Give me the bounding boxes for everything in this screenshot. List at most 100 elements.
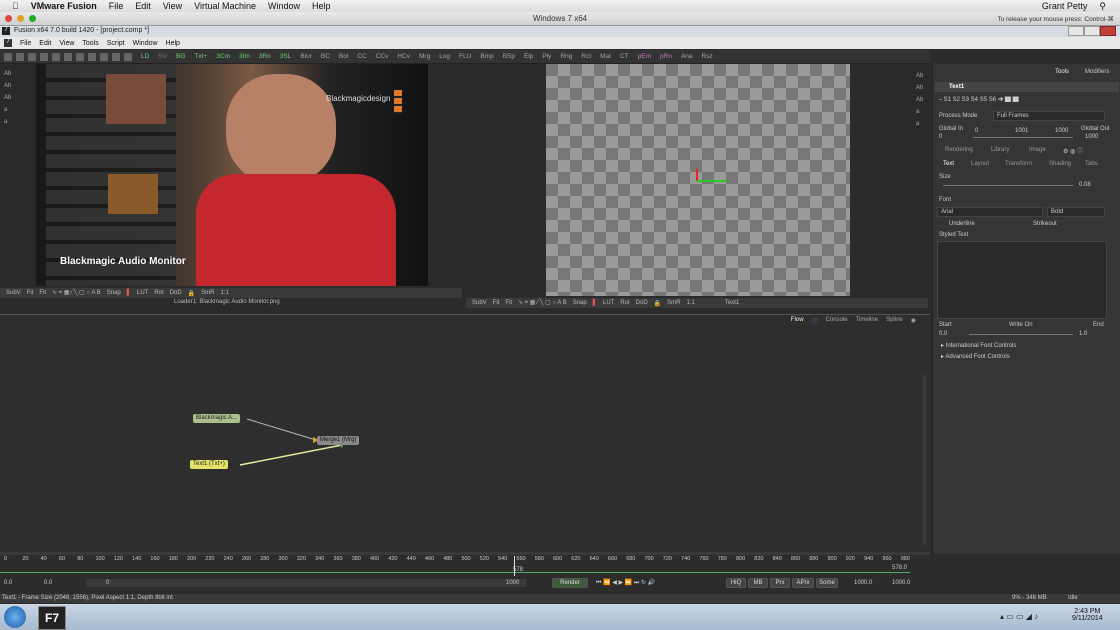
node-text[interactable]: Text1 (Txt+): [190, 460, 228, 469]
aprx-button[interactable]: APrx: [792, 578, 814, 588]
fmenu-edit[interactable]: Edit: [39, 40, 51, 47]
subtab-text[interactable]: Text: [943, 161, 954, 167]
tool-rct[interactable]: Rct: [581, 53, 591, 60]
snap-button-r[interactable]: Snap: [573, 300, 587, 306]
user-name[interactable]: Grant Petty: [1042, 1, 1088, 11]
right-viewer-side-icons[interactable]: Ab Ah Ab a a: [916, 70, 923, 130]
subtab-transform[interactable]: Transform: [1005, 161, 1032, 167]
write-on-slider[interactable]: [969, 334, 1073, 335]
lut-button[interactable]: LUT: [137, 290, 148, 296]
global-start[interactable]: 0.0: [44, 580, 52, 586]
process-mode-select[interactable]: Full Frames: [993, 111, 1105, 121]
layout2-icon[interactable]: [112, 52, 120, 61]
tool-ld[interactable]: LD: [141, 53, 149, 60]
end-time-field[interactable]: 1000.0: [854, 580, 872, 586]
tool-flu[interactable]: FLU: [459, 53, 471, 60]
tool-header[interactable]: Text1: [935, 82, 1119, 92]
flow-hscrollbar[interactable]: [0, 552, 930, 555]
transport-controls[interactable]: ⏮ ⏪ ◀ ▶ ⏩ ⏭ ↻ 🔊: [596, 579, 655, 587]
fmenu-help[interactable]: Help: [166, 40, 180, 47]
tool-log[interactable]: Log: [439, 53, 450, 60]
subv-button[interactable]: SubV: [6, 290, 21, 296]
smr-button[interactable]: SmR: [201, 290, 214, 296]
size-slider[interactable]: [943, 185, 1073, 186]
tool-cc[interactable]: CC: [357, 53, 366, 60]
lut-button-r[interactable]: LUT: [603, 300, 614, 306]
tool-bg[interactable]: BG: [176, 53, 185, 60]
subtab-tabs[interactable]: Tabs: [1085, 161, 1098, 167]
tool-prn[interactable]: pRn: [660, 53, 672, 60]
tool-3rn[interactable]: 3Rn: [259, 53, 271, 60]
menu-virtual-machine[interactable]: Virtual Machine: [194, 1, 256, 11]
menu-edit[interactable]: Edit: [135, 1, 151, 11]
tray-icons[interactable]: ▴ ▭ ▭ ◢ ♪: [1000, 612, 1038, 621]
save-icon[interactable]: [28, 52, 36, 61]
tool-bsp[interactable]: BSp: [503, 53, 515, 60]
close-icon[interactable]: [1100, 26, 1116, 36]
tool-txt[interactable]: Txt+: [194, 53, 207, 60]
mb-button[interactable]: MB: [748, 578, 768, 588]
tool-bmp[interactable]: Bmp: [480, 53, 493, 60]
node-merge[interactable]: Merge1 (Mrg): [317, 436, 360, 445]
window-controls[interactable]: [1068, 26, 1116, 36]
copy-icon[interactable]: [52, 52, 60, 61]
end-time-field-2[interactable]: 1000.0: [892, 580, 910, 586]
layout-icon[interactable]: [100, 52, 108, 61]
fusion-taskbar-button[interactable]: F7: [38, 606, 66, 630]
subtab-layout[interactable]: Layout: [971, 161, 989, 167]
tool-blur[interactable]: Blur: [300, 53, 312, 60]
menu-help[interactable]: Help: [312, 1, 331, 11]
advanced-font-controls[interactable]: ▸ Advanced Font Controls: [941, 353, 1010, 360]
fmenu-script[interactable]: Script: [107, 40, 125, 47]
layout3-icon[interactable]: [124, 52, 132, 61]
curve-icon[interactable]: ∿ ⌖ ▦ ⁄ ╲ ▢ ○ A B: [52, 289, 101, 297]
fit-button-r[interactable]: Fit: [493, 300, 500, 306]
lock-icon-r[interactable]: 🔒: [654, 300, 661, 307]
snap-button[interactable]: Snap: [107, 290, 121, 296]
node-loader[interactable]: Blackmagic A...: [193, 414, 241, 423]
tab-modifiers[interactable]: Modifiers: [1085, 69, 1109, 75]
flow-view[interactable]: Flow ⓘ Console Timeline Spline ◉ Blackma…: [0, 314, 930, 555]
render-button[interactable]: Render: [552, 578, 588, 588]
tool-hcv[interactable]: HCv: [397, 53, 410, 60]
hiq-button[interactable]: HiQ: [726, 578, 746, 588]
open-icon[interactable]: [16, 52, 24, 61]
undo-icon[interactable]: [76, 52, 84, 61]
start-value[interactable]: 0.0: [939, 331, 947, 337]
tool-3im[interactable]: 3Im: [239, 53, 250, 60]
font-style-select[interactable]: Bold: [1047, 207, 1105, 217]
dod-button-r[interactable]: DoD: [636, 300, 648, 306]
tool-ply[interactable]: Ply: [542, 53, 551, 60]
maximize-icon[interactable]: [1084, 26, 1100, 36]
color-channel-icon[interactable]: ▌: [127, 290, 131, 296]
tool-ct[interactable]: CT: [620, 53, 629, 60]
lock-icon[interactable]: 🔒: [188, 290, 195, 297]
cut-icon[interactable]: [40, 52, 48, 61]
dod-button[interactable]: DoD: [170, 290, 182, 296]
roi-button[interactable]: RoI: [154, 290, 163, 296]
subv-button-r[interactable]: SubV: [472, 300, 487, 306]
range-bar[interactable]: 0 1000: [86, 579, 526, 587]
tool-3sl[interactable]: 3SL: [280, 53, 292, 60]
some-button[interactable]: Some: [816, 578, 838, 588]
tool-pem[interactable]: pEm: [638, 53, 651, 60]
one-to-one-button-r[interactable]: 1:1: [687, 300, 695, 306]
styled-text-input[interactable]: [937, 241, 1107, 319]
fit-button-r2[interactable]: Fit: [505, 300, 512, 306]
menu-view[interactable]: View: [163, 1, 182, 11]
render-icons[interactable]: ⚙ ◍ ⓘ: [1063, 146, 1083, 155]
tab-library[interactable]: Library: [991, 147, 1009, 153]
new-icon[interactable]: [4, 52, 12, 61]
clock[interactable]: 2:43 PM 9/11/2014: [1072, 608, 1103, 622]
fit-button-2[interactable]: Fit: [39, 290, 46, 296]
apple-icon[interactable]: : [12, 1, 19, 11]
tab-image[interactable]: Image: [1029, 147, 1046, 153]
menu-file[interactable]: File: [109, 1, 124, 11]
color-channel-icon-r[interactable]: ▌: [593, 300, 597, 306]
tool-3cm[interactable]: 3Cm: [216, 53, 230, 60]
tool-elp[interactable]: Elp: [524, 53, 533, 60]
tab-tools[interactable]: Tools: [1055, 69, 1069, 75]
flow-vscrollbar[interactable]: [923, 375, 926, 545]
tool-rsz[interactable]: Rsz: [702, 53, 713, 60]
tool-bol[interactable]: Bol: [339, 53, 348, 60]
